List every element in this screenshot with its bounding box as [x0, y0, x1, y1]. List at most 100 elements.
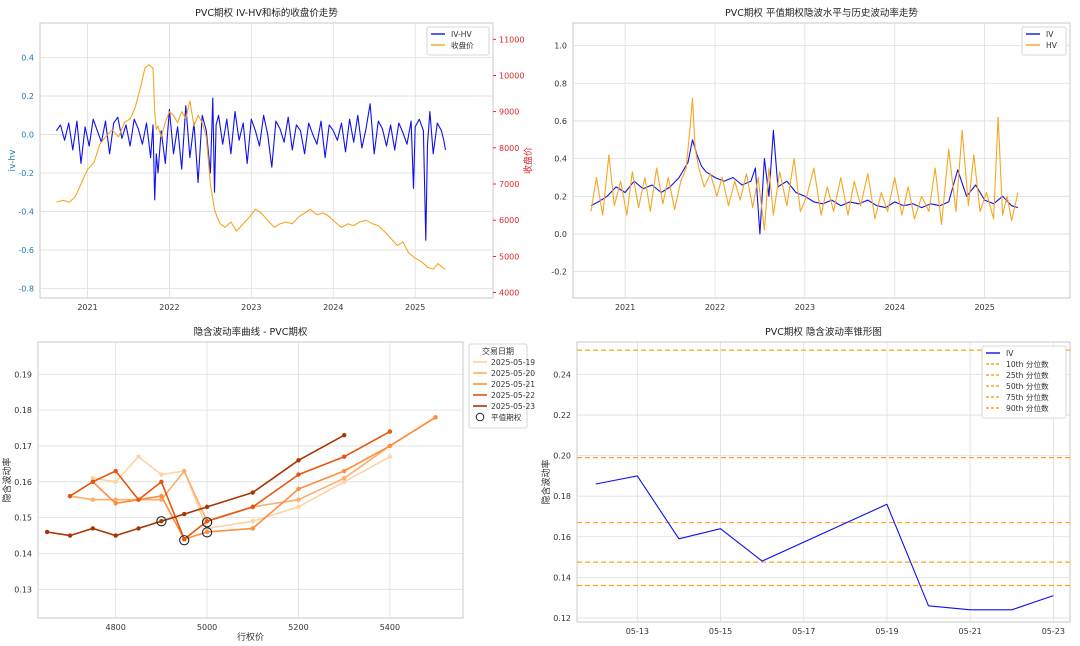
y-tick-label: 0.2: [554, 192, 567, 201]
data-point: [296, 497, 301, 502]
legend-label: 90th 分位数: [1006, 403, 1049, 413]
legend-label: 75th 分位数: [1006, 392, 1049, 402]
chart-1: PVC期权 IV-HV和标的收盘价走势 0.4 0.2 0.0 -0.2 -0.4 -0.6…: [8, 7, 534, 312]
legend-label: 2025-05-22: [491, 391, 535, 400]
legend-label: IV: [1006, 349, 1014, 358]
x-tick-label: 2022: [159, 303, 179, 312]
legend-title: 交易日期: [482, 346, 514, 356]
data-point: [387, 443, 393, 449]
y2-tick-label: 5000: [499, 252, 519, 261]
data-point: [387, 429, 393, 434]
y-tick-label: 0.0: [554, 230, 567, 239]
data-point: [159, 493, 164, 499]
x-tick-label: 05-19: [875, 627, 898, 636]
data-point: [296, 504, 301, 510]
y-tick-label: 0.0: [21, 131, 34, 140]
legend-label: HV: [1046, 41, 1058, 50]
y2-tick-label: 7000: [499, 180, 519, 189]
data-point: [341, 454, 347, 459]
x-tick-label: 05-23: [1042, 627, 1065, 636]
data-point: [159, 472, 164, 477]
data-point: [204, 519, 210, 524]
x-tick-label: 2022: [705, 303, 725, 312]
x-tick-label: 2023: [795, 303, 815, 312]
data-point: [113, 479, 118, 484]
legend-label: 2025-05-19: [491, 358, 535, 367]
y-tick-label: 0.4: [21, 54, 34, 63]
y-tick-label: 0.19: [14, 370, 32, 379]
legend-label: 2025-05-21: [491, 380, 535, 389]
data-point: [113, 533, 118, 538]
data-point: [67, 533, 73, 538]
data-point: [204, 504, 210, 510]
x-tick-label: 05-15: [709, 627, 732, 636]
data-point: [250, 526, 255, 531]
data-point: [136, 497, 141, 502]
data-point: [90, 479, 96, 484]
x-tick-label: 05-21: [959, 627, 982, 636]
chart-title: PVC期权 平值期权隐波水平与历史波动率走势: [725, 7, 918, 19]
legend: IV10th 分位数25th 分位数50th 分位数75th 分位数90th 分…: [981, 345, 1067, 419]
legend-label: 25th 分位数: [1006, 370, 1049, 380]
data-point: [113, 468, 118, 474]
x-tick-label: 05-17: [792, 627, 815, 636]
data-point: [250, 504, 255, 510]
plot-area: [572, 22, 1071, 299]
data-point: [250, 519, 255, 524]
y-tick-label: 0.24: [553, 370, 571, 379]
y2-tick-label: 6000: [499, 216, 519, 225]
legend-label: 50th 分位数: [1006, 381, 1049, 391]
y-tick-label: 0.14: [553, 573, 571, 582]
data-point: [296, 472, 301, 477]
legend-label: 2025-05-23: [491, 402, 535, 411]
chart-title: 隐含波动率曲线 - PVC期权: [194, 326, 308, 338]
x-tick-label: 2025: [974, 303, 994, 312]
y-tick-label: 0.13: [14, 585, 32, 594]
data-point: [387, 454, 393, 459]
data-point: [182, 468, 187, 474]
x-tick-label: 5200: [288, 623, 308, 632]
y-tick-label: 0.12: [553, 614, 571, 623]
x-tick-label: 2023: [241, 303, 261, 312]
data-point: [44, 529, 50, 535]
y2-tick-label: 4000: [499, 289, 519, 298]
legend-label: IV: [1046, 30, 1054, 39]
chart-4: PVC期权 隐含波动率锥形图 0.24 0.22 0.20 0.18 0.16 0.14 0.…: [540, 326, 1071, 636]
data-point: [341, 432, 347, 438]
data-point: [136, 526, 141, 531]
data-point: [113, 501, 118, 506]
y-tick-label: 0.18: [14, 406, 32, 415]
y2-tick-label: 9000: [499, 108, 519, 117]
x-tick-label: 2024: [885, 303, 905, 312]
y-tick-label: 0.4: [554, 155, 567, 164]
x-axis-label: 行权价: [237, 631, 264, 643]
y-tick-label: 0.16: [553, 533, 571, 542]
legend-box: [1021, 26, 1067, 56]
y-axis-label: iv-hv: [8, 149, 18, 172]
chart-title: PVC期权 IV-HV和标的收盘价走势: [195, 7, 338, 19]
chart-title: PVC期权 隐含波动率锥形图: [765, 326, 882, 338]
x-tick-label: 5000: [197, 623, 217, 632]
y-tick-label: 0.15: [14, 514, 32, 523]
data-point: [90, 497, 96, 502]
x-tick-label: 2021: [615, 303, 635, 312]
legend: 交易日期 2025-05-19 2025-05-20 2025-05-21 2025-0…: [468, 343, 535, 429]
data-point: [433, 415, 438, 420]
data-point: [67, 493, 73, 499]
x-tick-label: 2025: [405, 303, 425, 312]
y-tick-label: 0.14: [14, 549, 32, 558]
plot-area: [39, 22, 494, 299]
y2-tick-label: 11000: [499, 35, 524, 44]
y-axis-label: 隐含波动率: [1, 457, 13, 502]
chart-3: 隐含波动率曲线 - PVC期权 0.19 0.18 0.17 0.16 0.15 0.14 0…: [1, 326, 535, 643]
data-point: [159, 479, 164, 484]
x-tick-label: 5400: [380, 623, 400, 632]
x-tick-label: 2021: [77, 303, 97, 312]
legend: IV HV: [1021, 26, 1067, 56]
y-tick-label: 0.20: [553, 452, 571, 461]
y-tick-label: -0.8: [18, 284, 34, 293]
chart-2: PVC期权 平值期权隐波水平与历史波动率走势 1.0 0.8 0.6 0.4 0.2 0.0…: [551, 7, 1071, 312]
data-point: [296, 458, 301, 463]
data-point: [182, 536, 187, 542]
y-tick-label: 0.16: [14, 478, 32, 487]
